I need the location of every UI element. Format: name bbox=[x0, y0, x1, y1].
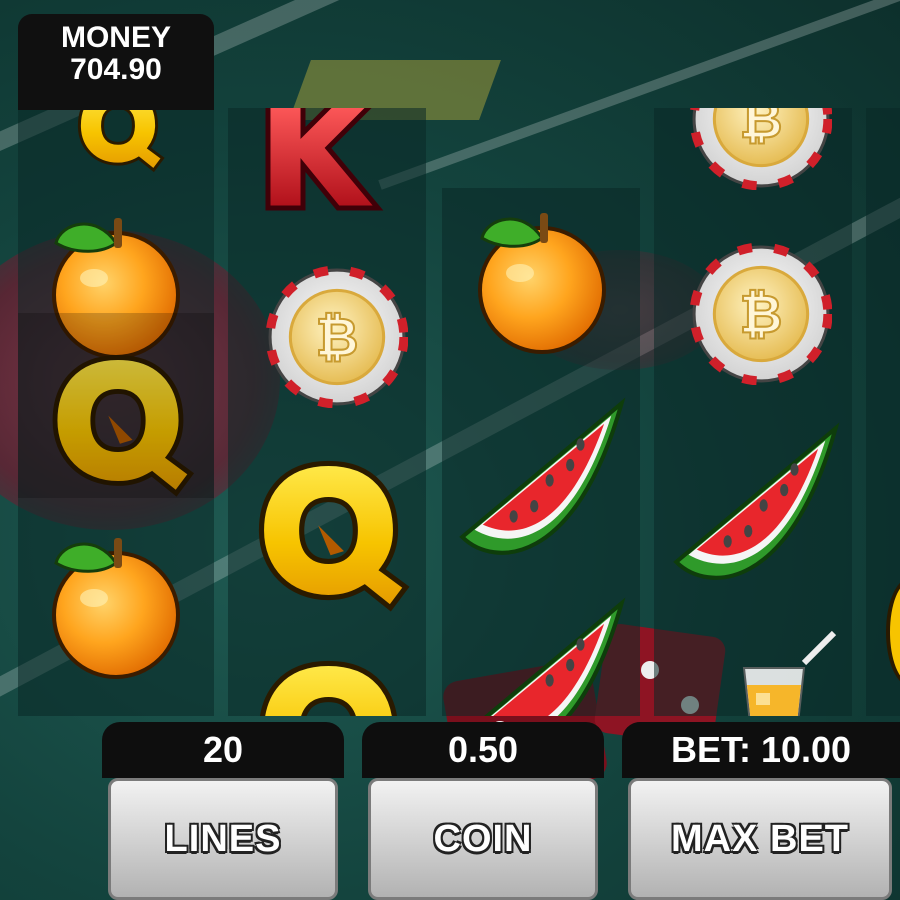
partial-symbol bbox=[886, 578, 900, 686]
juice-glass-icon bbox=[742, 630, 837, 716]
max-bet-button[interactable]: MAX BET bbox=[628, 778, 892, 900]
watermelon-slice-icon bbox=[673, 422, 840, 580]
orange-fruit-icon bbox=[478, 213, 606, 354]
k-symbol-icon bbox=[265, 108, 384, 211]
svg-text:₿: ₿ bbox=[316, 307, 359, 368]
reel-2: ₿ bbox=[228, 108, 426, 716]
reel-3 bbox=[442, 188, 640, 716]
bitcoin-chip-icon: ₿ bbox=[266, 266, 408, 408]
bitcoin-chip-icon: ₿ bbox=[690, 243, 832, 385]
bet-value: BET: 10.00 bbox=[622, 722, 900, 778]
coin-value: 0.50 bbox=[362, 722, 604, 778]
watermelon-slice-icon bbox=[459, 397, 626, 555]
q-symbol-icon bbox=[77, 108, 165, 173]
bet-control: BET: 10.00 MAX BET bbox=[622, 722, 900, 900]
lines-control: 20 LINES bbox=[102, 722, 344, 900]
coin-button[interactable]: COIN bbox=[368, 778, 598, 900]
bitcoin-chip-icon: ₿ bbox=[690, 108, 832, 190]
svg-text:₿: ₿ bbox=[740, 108, 783, 150]
money-value: 704.90 bbox=[70, 53, 162, 86]
svg-text:₿: ₿ bbox=[740, 284, 783, 345]
reel-4: ₿ ₿ bbox=[654, 108, 852, 716]
coin-control: 0.50 COIN bbox=[362, 722, 604, 900]
lines-button[interactable]: LINES bbox=[108, 778, 338, 900]
money-display: MONEY 704.90 bbox=[18, 14, 214, 110]
slot-game-scene: ₿ ₿ ₿ MONEY 704.90 20 LINES 0.50 COIN BE… bbox=[0, 0, 900, 900]
reel-1 bbox=[18, 108, 214, 716]
q-symbol-icon bbox=[260, 660, 397, 716]
reel-5 bbox=[866, 108, 900, 716]
lines-value: 20 bbox=[102, 722, 344, 778]
q-symbol-icon bbox=[258, 460, 410, 612]
money-label: MONEY bbox=[60, 21, 171, 54]
reel-shade bbox=[18, 313, 214, 498]
orange-fruit-icon bbox=[52, 538, 180, 679]
watermelon-slice-icon bbox=[484, 597, 626, 716]
